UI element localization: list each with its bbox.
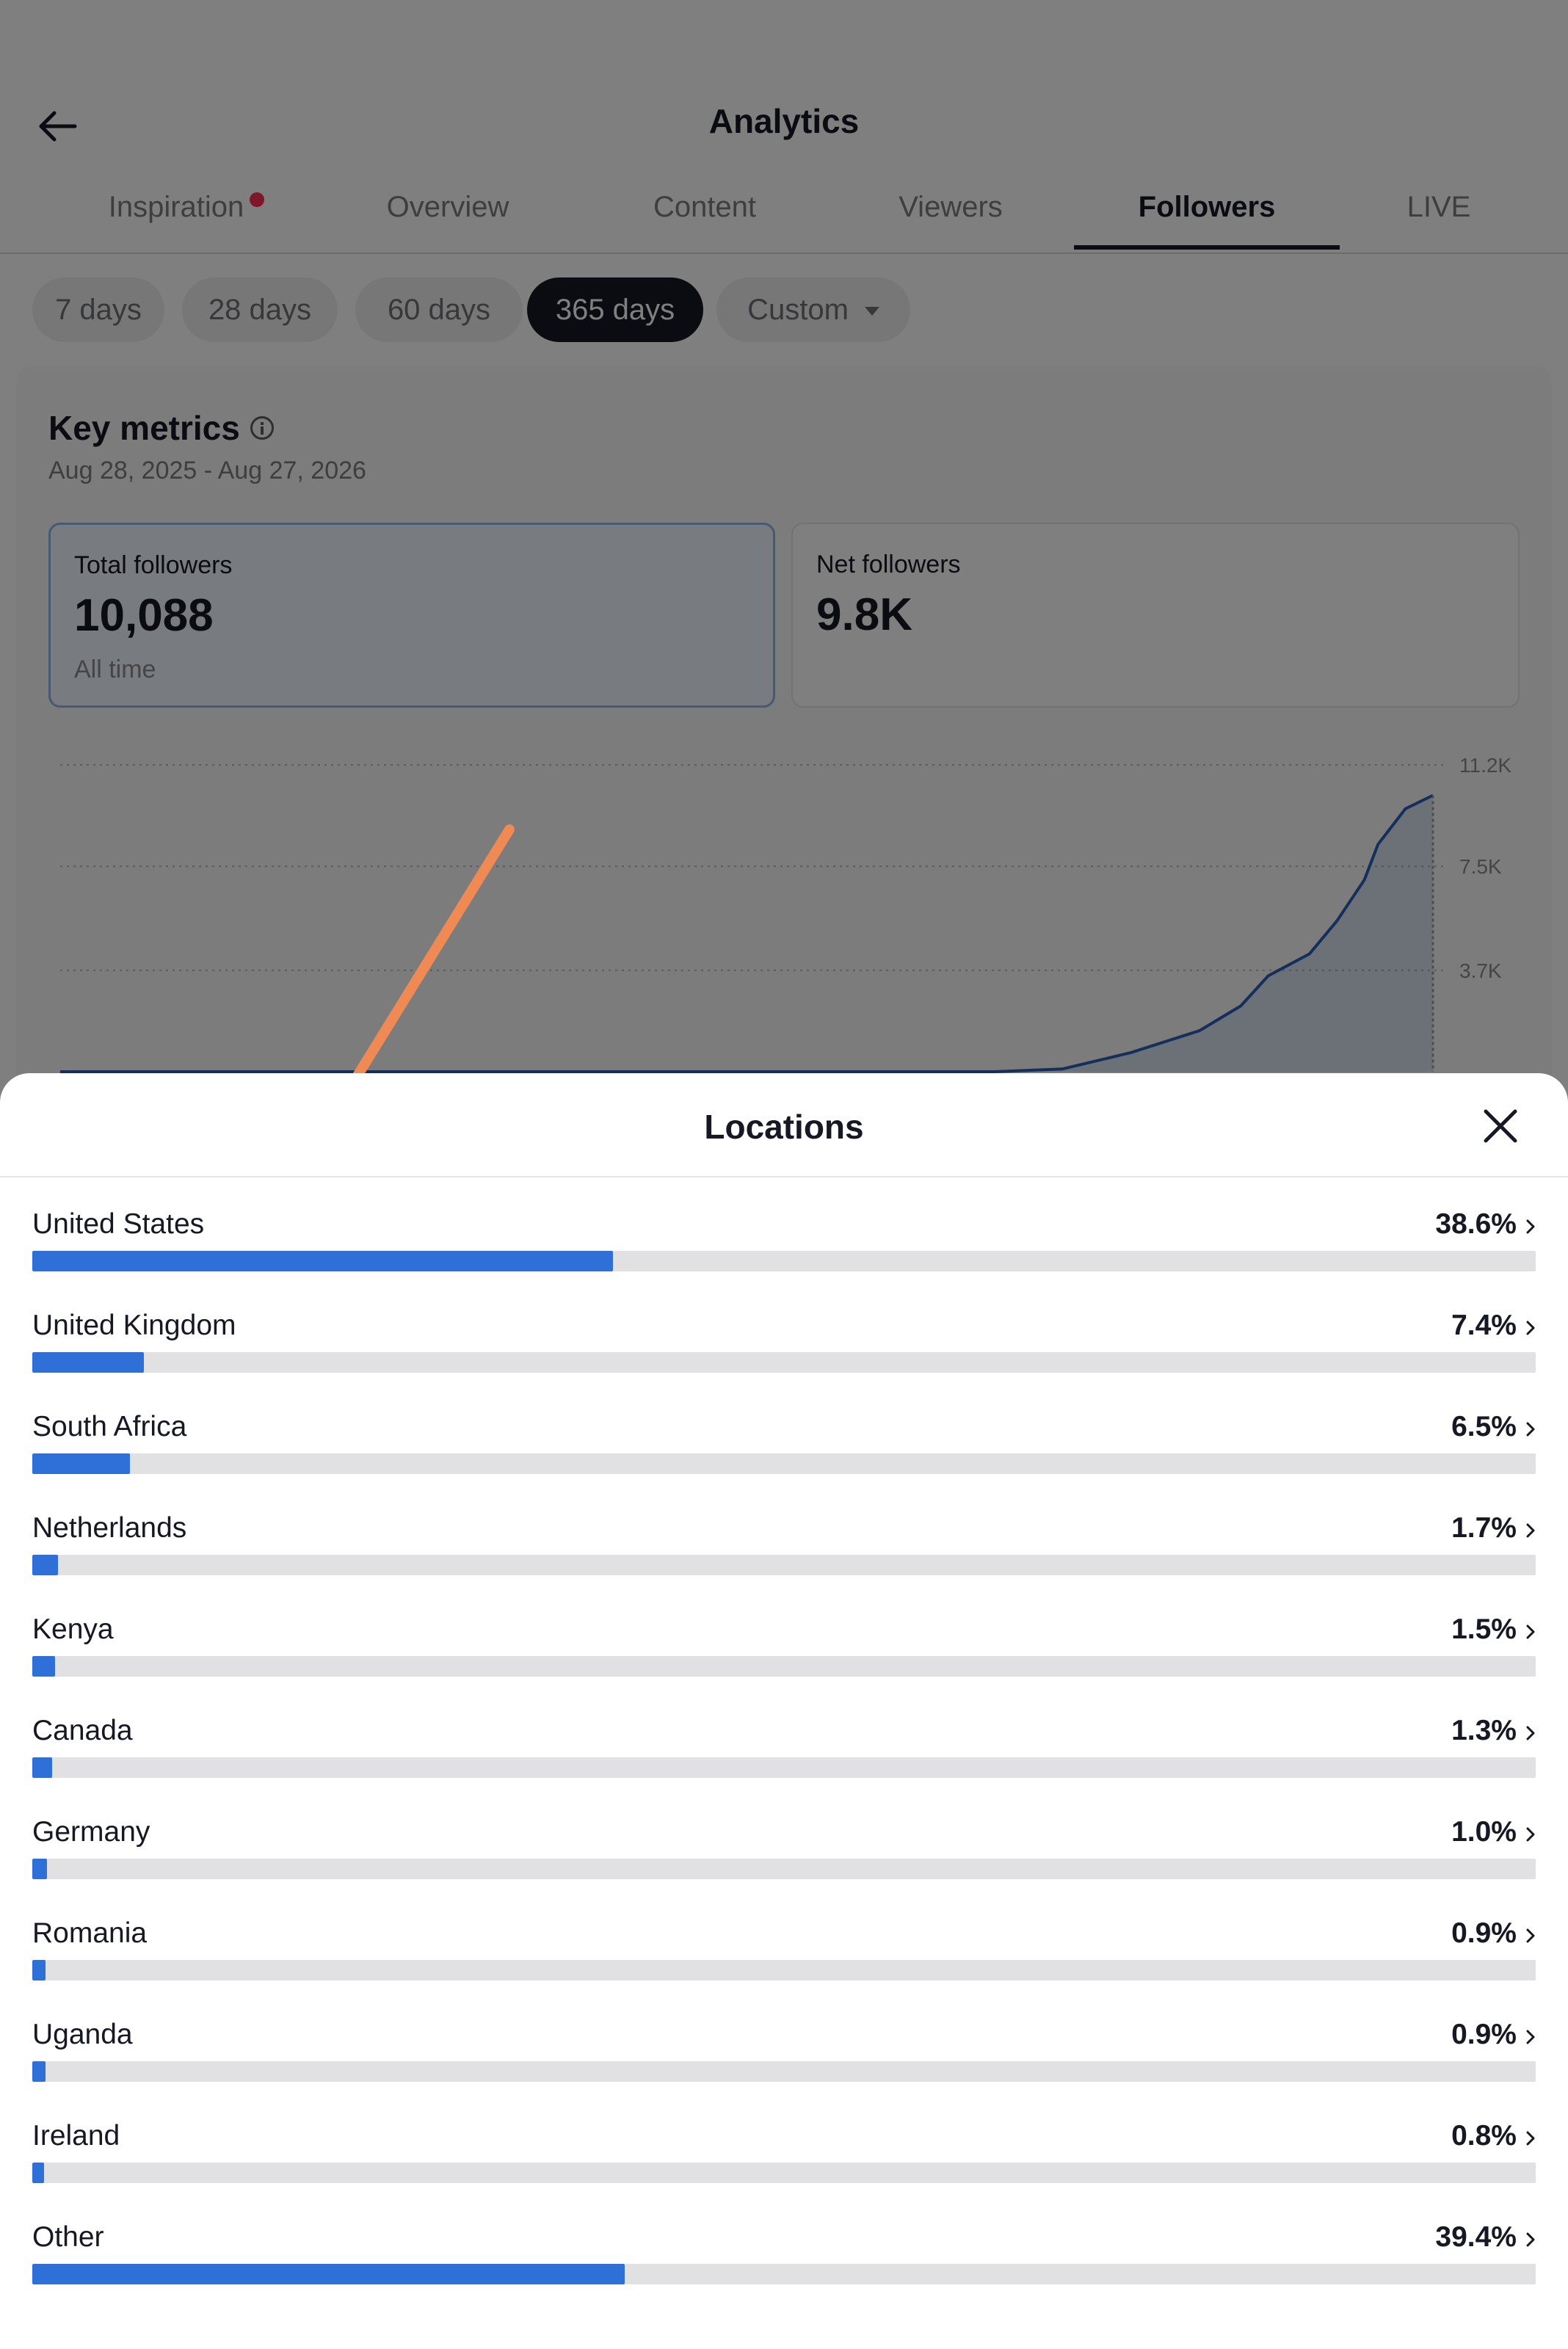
progress-track bbox=[32, 1859, 1536, 1879]
progress-fill bbox=[32, 1453, 131, 1474]
location-row[interactable]: Germany 1.0% bbox=[0, 1801, 1568, 1903]
progress-fill bbox=[32, 1251, 613, 1271]
progress-fill bbox=[32, 1555, 58, 1575]
location-name: Ireland bbox=[32, 2120, 120, 2152]
progress-fill bbox=[32, 1859, 48, 1879]
progress-track bbox=[32, 1656, 1536, 1677]
location-percentage: 39.4% bbox=[1435, 2221, 1517, 2253]
progress-fill bbox=[32, 2163, 45, 2183]
location-row[interactable]: Netherlands 1.7% bbox=[0, 1497, 1568, 1599]
location-percentage: 1.5% bbox=[1451, 1613, 1517, 1645]
chevron-right-icon bbox=[1526, 1422, 1535, 1437]
location-name: South Africa bbox=[32, 1411, 187, 1442]
progress-fill bbox=[32, 1656, 55, 1677]
chevron-right-icon bbox=[1526, 1219, 1535, 1234]
location-name: United Kingdom bbox=[32, 1310, 236, 1341]
location-percentage: 1.3% bbox=[1451, 1715, 1517, 1746]
chevron-right-icon bbox=[1526, 1726, 1535, 1740]
progress-track bbox=[32, 2061, 1536, 2082]
location-name: Uganda bbox=[32, 2019, 133, 2050]
chevron-right-icon bbox=[1526, 2131, 1535, 2146]
location-row[interactable]: Uganda 0.9% bbox=[0, 2004, 1568, 2105]
sheet-title: Locations bbox=[704, 1108, 864, 1146]
location-row[interactable]: Canada 1.3% bbox=[0, 1700, 1568, 1801]
location-name: Germany bbox=[32, 1816, 150, 1848]
sheet-header: Locations bbox=[0, 1073, 1568, 1177]
chevron-right-icon bbox=[1526, 1523, 1535, 1538]
progress-track bbox=[32, 2264, 1536, 2284]
location-name: Romania bbox=[32, 1917, 148, 1949]
location-row[interactable]: South Africa 6.5% bbox=[0, 1396, 1568, 1497]
location-percentage: 1.7% bbox=[1451, 1512, 1517, 1544]
annotation-arrow bbox=[295, 824, 515, 1177]
location-percentage: 6.5% bbox=[1451, 1411, 1517, 1442]
location-name: Canada bbox=[32, 1715, 133, 1746]
progress-track bbox=[32, 1555, 1536, 1575]
location-row[interactable]: Other 39.4% bbox=[0, 2207, 1568, 2308]
progress-fill bbox=[32, 1757, 52, 1778]
progress-fill bbox=[32, 2264, 625, 2284]
location-name: Kenya bbox=[32, 1613, 114, 1645]
progress-track bbox=[32, 2163, 1536, 2183]
location-percentage: 0.9% bbox=[1451, 2019, 1517, 2050]
location-percentage: 38.6% bbox=[1435, 1208, 1517, 1240]
close-icon[interactable] bbox=[1480, 1105, 1521, 1147]
progress-track bbox=[32, 1352, 1536, 1373]
location-percentage: 1.0% bbox=[1451, 1816, 1517, 1848]
chevron-right-icon bbox=[1526, 1624, 1535, 1639]
progress-track bbox=[32, 1251, 1536, 1271]
progress-fill bbox=[32, 2061, 46, 2082]
progress-track bbox=[32, 1757, 1536, 1778]
chevron-right-icon bbox=[1526, 2232, 1535, 2247]
location-row[interactable]: Romania 0.9% bbox=[0, 1903, 1568, 2004]
location-name: Other bbox=[32, 2221, 104, 2253]
location-row[interactable]: Ireland 0.8% bbox=[0, 2105, 1568, 2207]
location-row[interactable]: United States 38.6% bbox=[0, 1194, 1568, 1295]
progress-track bbox=[32, 1960, 1536, 1981]
progress-track bbox=[32, 1453, 1536, 1474]
chevron-right-icon bbox=[1526, 2030, 1535, 2044]
locations-sheet: Locations United States 38.6% United Kingd… bbox=[0, 1073, 1568, 2349]
location-percentage: 0.8% bbox=[1451, 2120, 1517, 2152]
location-name: Netherlands bbox=[32, 1512, 187, 1544]
location-percentage: 7.4% bbox=[1451, 1310, 1517, 1341]
progress-fill bbox=[32, 1960, 46, 1981]
chevron-right-icon bbox=[1526, 1928, 1535, 1943]
location-row[interactable]: United Kingdom 7.4% bbox=[0, 1295, 1568, 1396]
analytics-page: Analytics Inspiration Overview Content V… bbox=[0, 0, 1568, 1177]
progress-fill bbox=[32, 1352, 144, 1373]
location-row[interactable]: Kenya 1.5% bbox=[0, 1599, 1568, 1700]
chevron-right-icon bbox=[1526, 1827, 1535, 1842]
chevron-right-icon bbox=[1526, 1321, 1535, 1335]
location-name: United States bbox=[32, 1208, 205, 1240]
location-percentage: 0.9% bbox=[1451, 1917, 1517, 1949]
